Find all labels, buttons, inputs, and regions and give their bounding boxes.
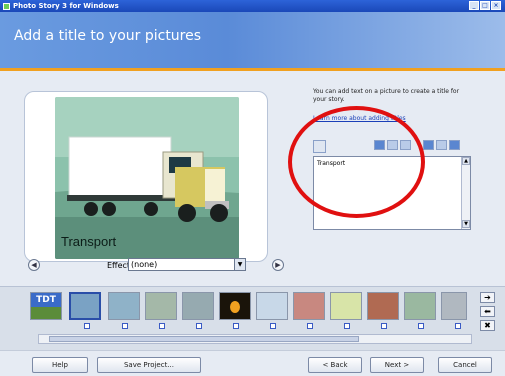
highlight-circle — [288, 106, 425, 218]
edit-thumb-icon[interactable] — [122, 323, 128, 329]
app-icon — [3, 2, 10, 10]
position-bottom-icon[interactable] — [449, 140, 460, 150]
preview-frame: Transport — [24, 91, 268, 262]
help-button[interactable]: Help — [32, 357, 88, 373]
chevron-down-icon[interactable]: ▼ — [234, 259, 245, 270]
maximize-button[interactable]: □ — [480, 1, 490, 10]
effect-select-value: (none) — [131, 260, 158, 269]
preview-caption: Transport — [61, 234, 117, 249]
next-picture-button[interactable]: ▶ — [272, 259, 284, 271]
position-top-icon[interactable] — [423, 140, 434, 150]
window-controls: _ □ × — [469, 1, 501, 10]
filmstrip-thumb-selected[interactable] — [69, 292, 101, 320]
text-scrollbar[interactable]: ▲ ▼ — [461, 157, 470, 229]
filmstrip-scroll-thumb[interactable] — [49, 336, 359, 342]
next-button[interactable]: Next > — [370, 357, 424, 373]
effect-select[interactable]: (none) ▼ — [128, 258, 246, 271]
filmstrip-scrollbar[interactable] — [38, 334, 472, 344]
page-title: Add a title to your pictures — [14, 28, 202, 44]
edit-thumb-icon[interactable] — [270, 323, 276, 329]
filmstrip-thumb[interactable] — [108, 292, 140, 320]
page-header: Add a title to your pictures — [0, 12, 505, 68]
cancel-button[interactable]: Cancel — [438, 357, 492, 373]
filmstrip-thumb[interactable] — [367, 292, 399, 320]
move-right-button[interactable]: ➔ — [480, 292, 495, 303]
remove-picture-button[interactable]: ✖ — [480, 320, 495, 331]
filmstrip-thumb[interactable] — [219, 292, 251, 320]
edit-thumb-icon[interactable] — [344, 323, 350, 329]
minimize-button[interactable]: _ — [469, 1, 479, 10]
scroll-up-icon[interactable]: ▲ — [462, 157, 470, 165]
save-project-button[interactable]: Save Project... — [97, 357, 201, 373]
filmstrip-thumb[interactable]: TDT — [30, 292, 62, 320]
previous-picture-button[interactable]: ◀ — [28, 259, 40, 271]
edit-thumb-icon[interactable] — [196, 323, 202, 329]
filmstrip-thumb[interactable] — [441, 292, 467, 320]
scroll-down-icon[interactable]: ▼ — [462, 220, 470, 228]
preview-image: Transport — [55, 97, 239, 259]
filmstrip-thumb[interactable] — [404, 292, 436, 320]
edit-thumb-icon[interactable] — [307, 323, 313, 329]
window-titlebar: Photo Story 3 for Windows _ □ × — [0, 0, 505, 12]
back-button[interactable]: < Back — [308, 357, 362, 373]
position-middle-icon[interactable] — [436, 140, 447, 150]
close-button[interactable]: × — [491, 1, 501, 10]
edit-thumb-icon[interactable] — [455, 323, 461, 329]
edit-thumb-icon[interactable] — [233, 323, 239, 329]
edit-thumb-icon[interactable] — [159, 323, 165, 329]
filmstrip-thumb[interactable] — [145, 292, 177, 320]
filmstrip-thumb[interactable] — [330, 292, 362, 320]
filmstrip-thumb[interactable] — [182, 292, 214, 320]
instructions-text: You can add text on a picture to create … — [313, 88, 460, 103]
window-title: Photo Story 3 for Windows — [13, 2, 119, 10]
filmstrip-thumb[interactable] — [256, 292, 288, 320]
edit-thumb-icon[interactable] — [84, 323, 90, 329]
filmstrip-thumb[interactable] — [293, 292, 325, 320]
edit-thumb-icon[interactable] — [381, 323, 387, 329]
thumb-logo: TDT — [31, 293, 61, 307]
move-left-button[interactable]: ⬅ — [480, 306, 495, 317]
edit-thumb-icon[interactable] — [418, 323, 424, 329]
